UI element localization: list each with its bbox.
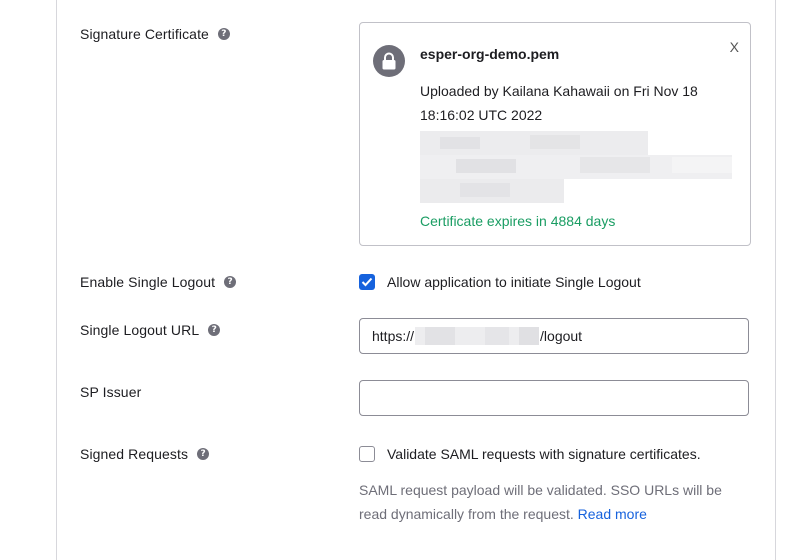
enable-single-logout-label-text: Enable Single Logout (80, 274, 216, 290)
close-icon[interactable]: X (730, 39, 739, 55)
signed-requests-checkbox-label[interactable]: Validate SAML requests with signature ce… (387, 446, 701, 462)
help-icon[interactable]: ? (208, 324, 221, 336)
certificate-uploaded-info: Uploaded by Kailana Kahawaii on Fri Nov … (420, 83, 698, 123)
single-logout-checkbox-label[interactable]: Allow application to initiate Single Log… (387, 274, 641, 290)
sp-issuer-input[interactable] (359, 380, 749, 416)
sp-issuer-label: SP Issuer (80, 384, 141, 400)
signature-certificate-label-text: Signature Certificate (80, 26, 209, 42)
checkmark-icon (361, 277, 373, 287)
help-icon[interactable]: ? (197, 448, 210, 460)
certificate-card: esper-org-demo.pem X Uploaded by Kailana… (359, 22, 751, 246)
redacted-certificate-details (420, 131, 732, 203)
signed-requests-hint: SAML request payload will be validated. … (359, 478, 739, 526)
certificate-filename: esper-org-demo.pem (420, 46, 560, 62)
signed-requests-hint-text: SAML request payload will be validated. … (359, 482, 722, 522)
redacted-url-host (415, 327, 540, 345)
single-logout-checkbox[interactable] (359, 274, 375, 290)
help-icon[interactable]: ? (217, 28, 230, 40)
single-logout-url-label: Single Logout URL ? (80, 322, 221, 338)
signed-requests-label: Signed Requests ? (80, 446, 210, 462)
signed-requests-label-text: Signed Requests (80, 446, 189, 462)
url-suffix: /logout (540, 328, 583, 344)
enable-single-logout-label: Enable Single Logout ? (80, 274, 237, 290)
certificate-expiry: Certificate expires in 4884 days (420, 213, 616, 229)
single-logout-url-input[interactable]: https:// /logout (359, 318, 749, 354)
single-logout-url-label-text: Single Logout URL (80, 322, 200, 338)
signature-certificate-label: Signature Certificate ? (80, 26, 230, 42)
help-icon[interactable]: ? (224, 276, 237, 288)
sp-issuer-label-text: SP Issuer (80, 384, 142, 400)
lock-icon (373, 45, 405, 77)
url-prefix: https:// (372, 328, 415, 344)
read-more-link[interactable]: Read more (578, 506, 647, 522)
signed-requests-checkbox[interactable] (359, 446, 375, 462)
